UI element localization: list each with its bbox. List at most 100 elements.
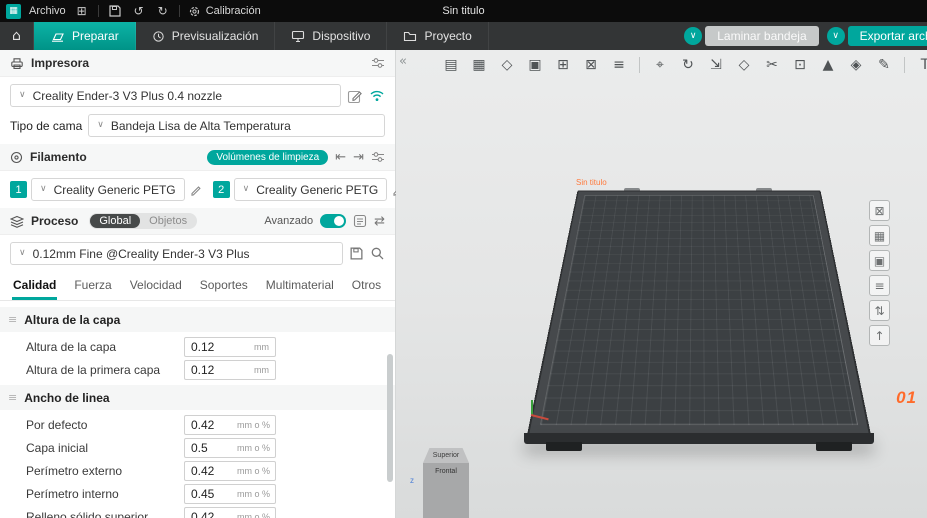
wifi-icon[interactable] (369, 89, 385, 102)
build-plate-scene: Sin titulo (504, 50, 894, 451)
slice-split-button: ∨ Laminar bandeja (684, 26, 819, 46)
load-filament-icon[interactable]: ⇤ (335, 151, 346, 164)
bed-type-select[interactable]: ∨ Bandeja Lisa de Alta Temperatura (88, 114, 385, 137)
advanced-toggle[interactable] (320, 214, 347, 228)
tab-otros[interactable]: Otros (351, 272, 382, 300)
printer-select[interactable]: ∨ Creality Ender-3 V3 Plus 0.4 nozzle (10, 84, 341, 107)
build-plate[interactable] (527, 190, 871, 435)
filament-1-select[interactable]: ∨ Creality Generic PETG (31, 178, 185, 201)
group-header-altura[interactable]: ≡ Altura de la capa (0, 307, 395, 332)
undo-icon[interactable]: ↺ (131, 3, 147, 19)
app-logo-icon: ▦ (6, 3, 21, 19)
home-button[interactable]: ⌂ (0, 22, 34, 50)
printer-settings-icon[interactable] (371, 56, 385, 70)
process-section-header[interactable]: Proceso Global Objetos Avanzado ⇄ (0, 208, 395, 235)
tab-preparar[interactable]: Preparar (34, 22, 136, 50)
export-file-button[interactable]: Exportar archivo (847, 26, 927, 46)
tab-label: Previsualización (171, 29, 259, 43)
flush-volumes-button[interactable]: Volúmenes de limpieza (207, 149, 329, 165)
param-value-field[interactable] (191, 463, 237, 478)
save-preset-icon[interactable] (349, 246, 364, 261)
process-section-title: Proceso (31, 214, 79, 228)
scrollbar-thumb[interactable] (387, 354, 393, 482)
param-label: Perímetro externo (26, 463, 123, 478)
filament-slot-2: 2 ∨ Creality Generic PETG (212, 178, 406, 201)
filament-2-select[interactable]: ∨ Creality Generic PETG (233, 178, 388, 201)
plate-image-icon[interactable]: ▣ (869, 250, 890, 271)
inner-wall-width-input[interactable]: mm o % (184, 483, 276, 504)
archivo-menu[interactable]: Archivo (29, 5, 66, 17)
filament-slots-row: 1 ∨ Creality Generic PETG 2 ∨ Creality G… (0, 171, 403, 208)
group-title: Altura de la capa (24, 312, 121, 327)
scope-global-pill[interactable]: Global (90, 214, 141, 228)
filament-settings-icon[interactable] (371, 150, 385, 164)
auto-arrange-icon[interactable]: ▦ (468, 54, 490, 76)
first-layer-height-input[interactable]: mm (184, 359, 276, 380)
navigation-cube[interactable]: z Superior Frontal (410, 448, 470, 518)
cube-front-face[interactable]: Frontal (423, 463, 469, 518)
param-value-field[interactable] (191, 486, 237, 501)
group-header-ancho[interactable]: ≡ Ancho de linea (0, 385, 395, 410)
filament-section-header[interactable]: Filamento Volúmenes de limpieza ⇤ ⇥ (0, 144, 395, 171)
layer-height-input[interactable]: mm (184, 336, 276, 357)
slice-plate-button[interactable]: Laminar bandeja (705, 26, 819, 46)
arrange-plate-icon[interactable]: ▦ (869, 225, 890, 246)
add-plate-icon[interactable]: ▤ (440, 54, 462, 76)
param-row-por-defecto: Por defecto mm o % (0, 413, 395, 436)
plate-settings-icon[interactable]: ≡ (869, 275, 890, 296)
process-preset-select[interactable]: ∨ 0.12mm Fine @Creality Ender-3 V3 Plus (10, 242, 343, 265)
bed-type-row: Tipo de cama ∨ Bandeja Lisa de Alta Temp… (0, 114, 395, 144)
filament-1-badge[interactable]: 1 (10, 181, 27, 198)
calibration-button[interactable]: Calibración (188, 5, 261, 18)
filament-2-badge[interactable]: 2 (212, 181, 230, 198)
initial-layer-width-input[interactable]: mm o % (184, 437, 276, 458)
tab-calidad[interactable]: Calidad (12, 272, 58, 300)
tab-multimaterial[interactable]: Multimaterial (265, 272, 335, 300)
new-project-icon[interactable]: ⊞ (74, 3, 90, 19)
tab-fuerza[interactable]: Fuerza (73, 272, 112, 300)
edit-filament-1-icon[interactable] (189, 183, 203, 197)
cube-top-face[interactable]: Superior (423, 448, 469, 463)
text-tool-icon[interactable]: T (914, 54, 927, 76)
slice-dropdown-button[interactable]: ∨ (684, 27, 703, 45)
scope-objects-pill[interactable]: Objetos (140, 214, 196, 228)
printer-section-header[interactable]: Impresora (0, 50, 395, 77)
preset-list-icon[interactable] (353, 214, 367, 228)
compare-presets-icon[interactable]: ⇄ (374, 215, 385, 228)
tab-dispositivo[interactable]: Dispositivo (275, 22, 388, 50)
tab-velocidad[interactable]: Velocidad (129, 272, 183, 300)
process-tabs: Calidad Fuerza Velocidad Soportes Multim… (0, 272, 395, 301)
param-value-field[interactable] (191, 509, 237, 518)
export-dropdown-button[interactable]: ∨ (826, 27, 845, 45)
tab-label: Proyecto (424, 29, 472, 43)
param-value-field[interactable] (191, 362, 237, 377)
param-value-field[interactable] (191, 417, 237, 432)
unload-filament-icon[interactable]: ⇥ (353, 151, 364, 164)
top-surface-width-input[interactable]: mm o % (184, 506, 276, 518)
tab-soportes[interactable]: Soportes (199, 272, 249, 300)
plate-foot (816, 442, 852, 451)
redo-icon[interactable]: ↻ (155, 3, 171, 19)
viewport-3d[interactable]: « ▤ ▦ ◇ ▣ ⊞ ⊠ ≡ ⌖ ↻ ⇲ ◇ ✂ ⊡ ▲ ◈ ✎ T ↔ ⊕ … (396, 50, 927, 518)
search-preset-icon[interactable] (370, 246, 385, 261)
printer-select-row: ∨ Creality Ender-3 V3 Plus 0.4 nozzle (0, 77, 395, 114)
tab-previsualizacion[interactable]: Previsualización (136, 22, 276, 50)
group-bullet-icon: ≡ (8, 391, 18, 404)
swap-plate-icon[interactable]: ⇅ (869, 300, 890, 321)
tab-proyecto[interactable]: Proyecto (387, 22, 489, 50)
group-bullet-icon: ≡ (8, 313, 18, 326)
save-icon[interactable] (107, 3, 123, 19)
param-unit: mm (254, 364, 269, 375)
param-value-field[interactable] (191, 339, 237, 354)
lift-plate-icon[interactable]: ↑ (869, 325, 890, 346)
param-row-relleno-superior: Relleno sólido superior mm o % (0, 505, 395, 518)
outer-wall-width-input[interactable]: mm o % (184, 460, 276, 481)
collapse-sidebar-button[interactable]: « (399, 55, 407, 68)
default-line-width-input[interactable]: mm o % (184, 414, 276, 435)
delete-plate-icon[interactable]: ⊠ (869, 200, 890, 221)
bed-type-value: Bandeja Lisa de Alta Temperatura (110, 118, 291, 133)
toolbar-separator (904, 57, 905, 73)
param-value-field[interactable] (191, 440, 237, 455)
edit-printer-icon[interactable] (347, 88, 363, 104)
settings-scrollbar[interactable] (386, 312, 394, 514)
